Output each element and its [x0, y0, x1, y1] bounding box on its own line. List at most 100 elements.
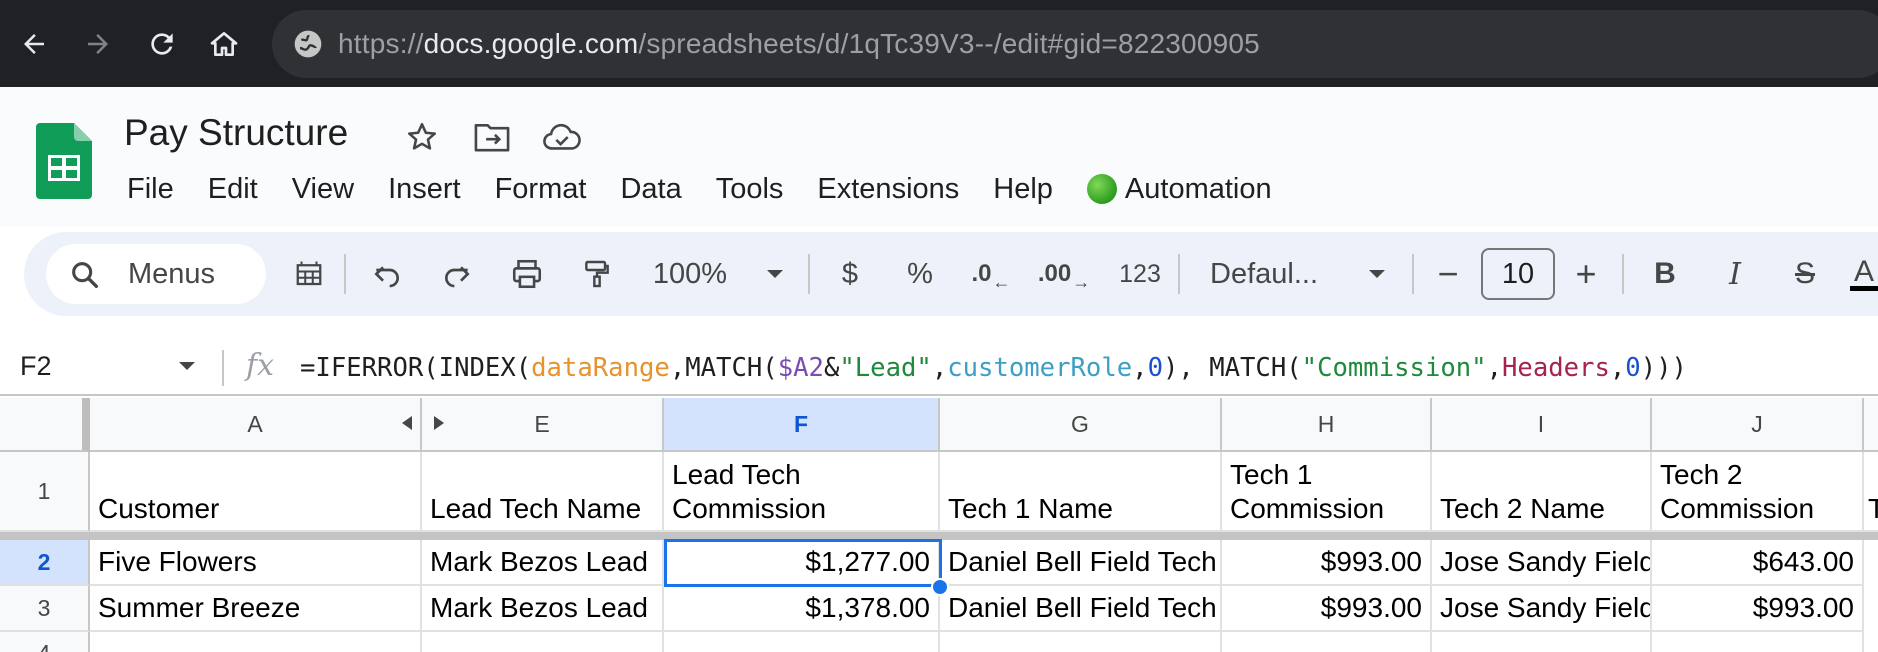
row-header-3[interactable]: 3 [0, 586, 90, 632]
menu-format[interactable]: Format [478, 167, 604, 211]
column-header-next[interactable] [1864, 398, 1878, 452]
header-cell-tech1-commission[interactable]: Tech 1 Commission [1222, 452, 1432, 532]
move-button[interactable] [472, 117, 512, 157]
cell-h2[interactable]: $993.00 [1222, 540, 1432, 586]
forward-button[interactable] [76, 22, 120, 66]
cell-j3[interactable]: $993.00 [1652, 586, 1864, 632]
row-header-4[interactable]: 4 [0, 632, 90, 652]
cloud-status-button[interactable] [542, 117, 582, 157]
column-header-i[interactable]: I [1432, 398, 1652, 452]
row-number: 1 [37, 477, 51, 504]
number-format-button[interactable]: 123 [1110, 250, 1170, 298]
header-cell-customer[interactable]: Customer [90, 452, 422, 532]
currency-format-button[interactable]: $ [830, 250, 870, 298]
menu-tools[interactable]: Tools [699, 167, 801, 211]
menu-automation[interactable]: Automation [1070, 167, 1289, 211]
cell-i4[interactable] [1432, 632, 1652, 652]
menu-help[interactable]: Help [976, 167, 1070, 211]
print-button[interactable] [504, 250, 550, 298]
reload-button[interactable] [140, 22, 184, 66]
column-header-e[interactable]: E [422, 398, 664, 452]
bold-button[interactable]: B [1642, 250, 1688, 298]
redo-button[interactable] [434, 250, 480, 298]
column-header-h[interactable]: H [1222, 398, 1432, 452]
url-host: docs.google.com [423, 28, 639, 59]
table-button[interactable] [286, 250, 332, 298]
increase-decimal-button[interactable]: .00 → [1034, 250, 1094, 298]
menu-file[interactable]: File [110, 167, 191, 211]
header-cell-tech2-commission[interactable]: Tech 2 Commission [1652, 452, 1864, 532]
header-cell-tech1-name[interactable]: Tech 1 Name [940, 452, 1222, 532]
cell-i2[interactable]: Jose Sandy Field [1432, 540, 1652, 586]
cell-j4[interactable] [1652, 632, 1864, 652]
home-button[interactable] [202, 22, 246, 66]
cell-g4[interactable] [940, 632, 1222, 652]
menu-data[interactable]: Data [603, 167, 698, 211]
decrease-decimal-button[interactable]: .0 ← [966, 250, 1016, 298]
percent-format-button[interactable]: % [900, 250, 940, 298]
strikethrough-button[interactable]: S [1782, 250, 1828, 298]
frozen-row-divider[interactable] [0, 532, 1878, 540]
select-all-corner[interactable] [0, 398, 90, 452]
menu-insert[interactable]: Insert [371, 167, 478, 211]
zoom-dropdown-button[interactable] [760, 250, 790, 298]
cell-g2[interactable]: Daniel Bell Field Tech [940, 540, 1222, 586]
cell-a2[interactable]: Five Flowers [90, 540, 422, 586]
text-color-button[interactable]: A [1850, 250, 1878, 298]
font-dropdown-button[interactable] [1362, 250, 1392, 298]
paint-format-button[interactable] [574, 250, 620, 298]
column-letter: H [1317, 410, 1335, 437]
spreadsheet-grid: A E F G H I J 1 2 3 4 Customer Lead Tech… [0, 398, 1878, 652]
column-header-a[interactable]: A [90, 398, 422, 452]
menu-edit[interactable]: Edit [191, 167, 275, 211]
cell-h3[interactable]: $993.00 [1222, 586, 1432, 632]
cell-e3[interactable]: Mark Bezos Lead [422, 586, 664, 632]
decrease-decimal-label: .0 [971, 260, 992, 287]
caret-down-icon[interactable] [178, 360, 196, 372]
formula-token: =IFERROR(INDEX( [300, 353, 532, 383]
header-cell-tech2-name[interactable]: Tech 2 Name [1432, 452, 1652, 532]
fill-handle[interactable] [931, 578, 949, 596]
home-icon [210, 32, 238, 56]
undo-button[interactable] [364, 250, 410, 298]
font-select[interactable]: Defaul... [1210, 250, 1360, 298]
row-number: 2 [37, 548, 51, 575]
back-button[interactable] [12, 22, 56, 66]
zoom-select[interactable]: 100% [646, 250, 734, 298]
font-size-input[interactable]: 10 [1481, 248, 1555, 300]
name-box[interactable]: F2 [20, 346, 52, 386]
sheets-logo-icon[interactable] [36, 123, 92, 199]
address-bar[interactable]: https://docs.google.com/spreadsheets/d/1… [272, 10, 1878, 78]
cell-e4[interactable] [422, 632, 664, 652]
menu-search-button[interactable]: Menus [46, 244, 266, 304]
menu-extensions[interactable]: Extensions [800, 167, 976, 211]
column-header-g[interactable]: G [940, 398, 1222, 452]
row-header-2[interactable]: 2 [0, 540, 90, 586]
menu-view[interactable]: View [275, 167, 371, 211]
header-cell-next[interactable]: T [1864, 452, 1878, 532]
cell-g3[interactable]: Daniel Bell Field Tech [940, 586, 1222, 632]
cell-h4[interactable] [1222, 632, 1432, 652]
cell-f3[interactable]: $1,378.00 [664, 586, 940, 632]
hidden-columns-right-arrow-icon[interactable] [434, 416, 444, 430]
star-button[interactable] [402, 117, 442, 157]
cell-f4[interactable] [664, 632, 940, 652]
site-info-icon[interactable] [292, 28, 324, 60]
column-header-j[interactable]: J [1652, 398, 1864, 452]
increase-font-size-button[interactable]: + [1566, 250, 1606, 298]
cell-a3[interactable]: Summer Breeze [90, 586, 422, 632]
cell-i3[interactable]: Jose Sandy Field [1432, 586, 1652, 632]
italic-button[interactable]: I [1712, 250, 1758, 298]
cell-j2[interactable]: $643.00 [1652, 540, 1864, 586]
column-header-f[interactable]: F [664, 398, 940, 452]
formula-input[interactable]: =IFERROR(INDEX(dataRange,MATCH($A2&"Lead… [300, 348, 1687, 388]
hidden-columns-left-arrow-icon[interactable] [402, 416, 412, 430]
header-cell-lead-tech-name[interactable]: Lead Tech Name [422, 452, 664, 532]
row-header-1[interactable]: 1 [0, 452, 90, 532]
decrease-font-size-button[interactable]: − [1428, 250, 1468, 298]
cell-e2[interactable]: Mark Bezos Lead [422, 540, 664, 586]
cell-a4[interactable] [90, 632, 422, 652]
document-title[interactable]: Pay Structure [124, 111, 348, 155]
header-cell-lead-tech-commission[interactable]: Lead Tech Commission [664, 452, 940, 532]
cell-f2[interactable]: $1,277.00 [664, 540, 940, 586]
